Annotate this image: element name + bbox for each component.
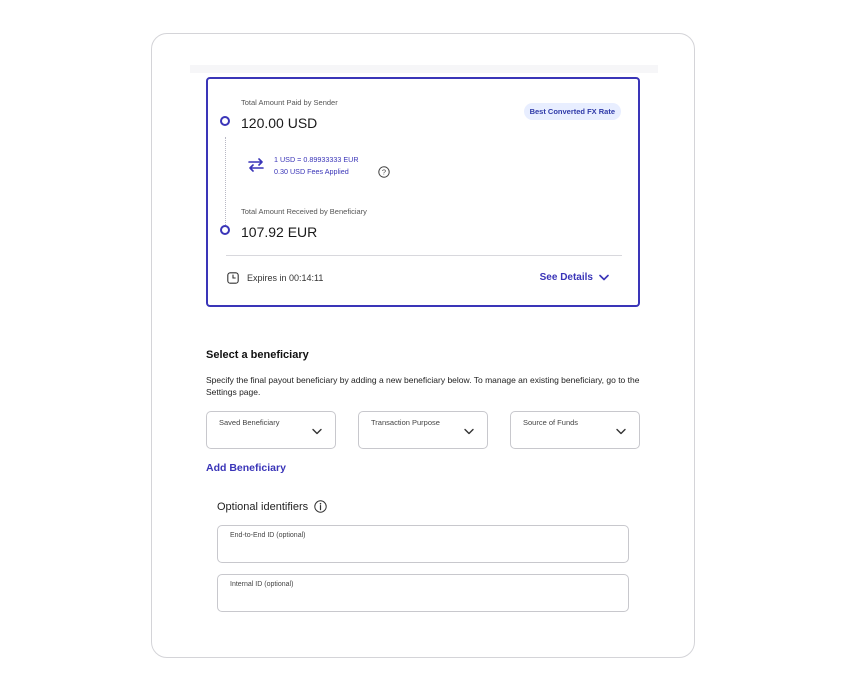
see-details-label: See Details xyxy=(539,272,593,283)
info-icon[interactable] xyxy=(314,500,327,513)
timeline-dotted-line xyxy=(225,137,226,229)
optional-identifiers-heading: Optional identifiers xyxy=(217,500,327,513)
sender-ring-icon xyxy=(220,116,230,126)
end-to-end-id-label: End-to-End ID (optional) xyxy=(230,532,306,539)
add-beneficiary-link[interactable]: Add Beneficiary xyxy=(206,462,286,474)
source-of-funds-select[interactable]: Source of Funds xyxy=(510,411,640,449)
end-to-end-id-input[interactable] xyxy=(230,543,616,559)
chevron-down-icon xyxy=(464,428,474,435)
beneficiary-amount-label: Total Amount Received by Beneficiary xyxy=(241,207,367,216)
payment-card: Total Amount Paid by Sender 120.00 USD B… xyxy=(151,33,695,658)
see-details-button[interactable]: See Details xyxy=(540,272,609,283)
sender-amount: 120.00 USD xyxy=(241,115,318,131)
question-help-icon[interactable]: ? xyxy=(378,166,390,178)
end-to-end-id-field[interactable]: End-to-End ID (optional) xyxy=(217,525,629,563)
internal-id-input[interactable] xyxy=(230,592,616,608)
fx-rate-text: 1 USD = 0.89933333 EUR xyxy=(274,155,359,164)
chevron-down-icon xyxy=(599,274,609,281)
best-rate-badge: Best Converted FX Rate xyxy=(523,103,621,120)
exchange-icon xyxy=(248,158,264,172)
expiry-timer: Expires in 00:14:11 xyxy=(247,273,324,283)
section-title: Select a beneficiary xyxy=(206,349,309,361)
fx-quote-card: Total Amount Paid by Sender 120.00 USD B… xyxy=(206,77,640,307)
sender-amount-label: Total Amount Paid by Sender xyxy=(241,98,338,107)
saved-beneficiary-select[interactable]: Saved Beneficiary xyxy=(206,411,336,449)
transaction-purpose-label: Transaction Purpose xyxy=(371,418,440,427)
quote-divider xyxy=(226,255,622,256)
internal-id-field[interactable]: Internal ID (optional) xyxy=(217,574,629,612)
saved-beneficiary-label: Saved Beneficiary xyxy=(219,418,280,427)
transaction-purpose-select[interactable]: Transaction Purpose xyxy=(358,411,488,449)
clock-icon xyxy=(227,272,239,284)
top-strip xyxy=(190,65,658,73)
chevron-down-icon xyxy=(312,428,322,435)
fees-text[interactable]: 0.30 USD Fees Applied xyxy=(274,167,349,176)
source-of-funds-label: Source of Funds xyxy=(523,418,579,427)
section-description: Specify the final payout beneficiary by … xyxy=(206,375,640,397)
internal-id-label: Internal ID (optional) xyxy=(230,581,294,588)
beneficiary-amount: 107.92 EUR xyxy=(241,224,318,240)
chevron-down-icon xyxy=(616,428,626,435)
beneficiary-ring-icon xyxy=(220,225,230,235)
svg-text:?: ? xyxy=(382,168,386,177)
optional-identifiers-title: Optional identifiers xyxy=(217,500,309,513)
